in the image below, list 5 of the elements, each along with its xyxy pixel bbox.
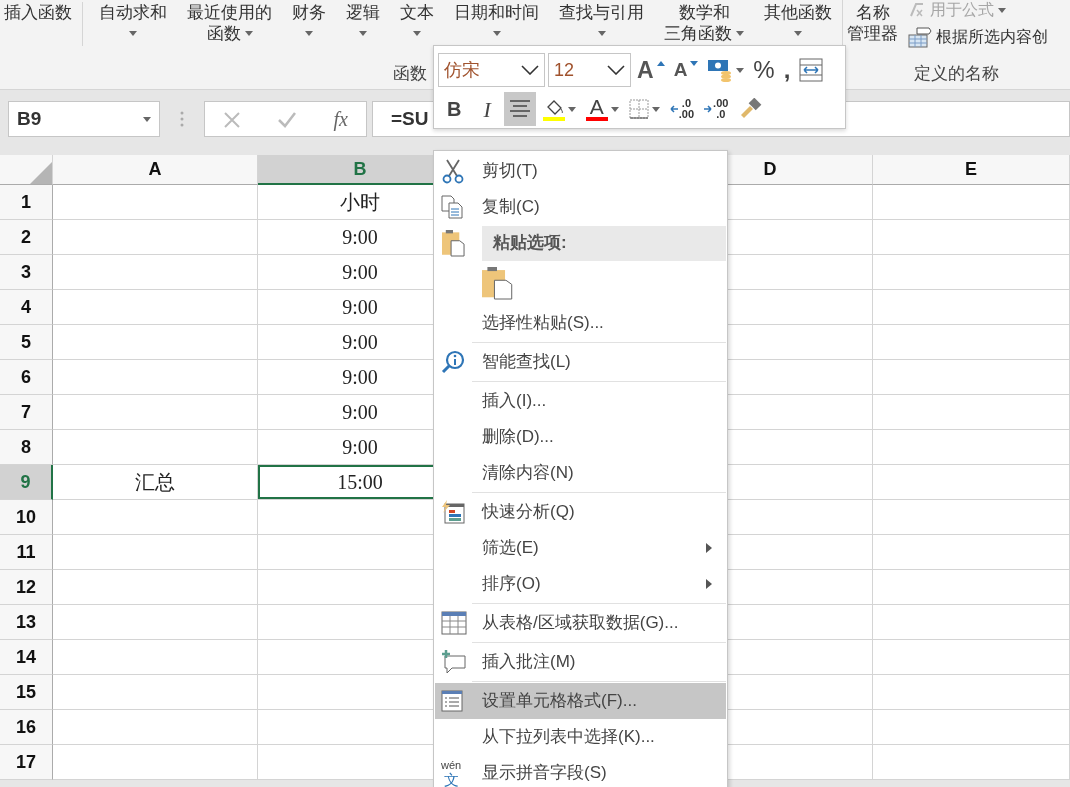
- pinyin-icon: wén 文: [441, 759, 462, 787]
- group-label: 定义的名称: [914, 64, 999, 83]
- menu-section-header: 粘贴选项:: [482, 225, 726, 261]
- table-cell: 汇总: [53, 465, 258, 500]
- group-label: 函数: [393, 64, 427, 83]
